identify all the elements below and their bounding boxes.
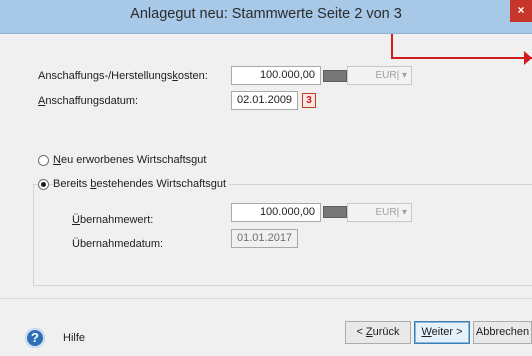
cost-label: Anschaffungs-/Herstellungskosten: [38,70,208,82]
radio-selected-dot [41,182,46,187]
calendar-icon[interactable]: 3 [302,93,316,108]
radio-existing-asset[interactable] [38,179,49,190]
help-label[interactable]: Hilfe [63,332,85,344]
annotation-line-horizontal [391,57,532,59]
currency-color-swatch [323,70,347,82]
back-button[interactable]: < Zurück [345,321,411,344]
radio-new-asset[interactable] [38,155,49,166]
radio-existing-asset-label[interactable]: Bereits bestehendes Wirtschaftsgut [53,178,230,190]
cancel-button[interactable]: Abbrechen [473,321,532,344]
annotation-arrow-icon [524,51,532,65]
annotation-line-vertical [391,34,393,59]
close-button[interactable]: × [510,0,532,22]
takeover-currency-select[interactable]: EUR| ▾ [347,203,412,222]
purchase-date-input[interactable]: 02.01.2009 [231,91,298,110]
takeover-value-label: Übernahmewert: [72,214,154,226]
date-label: Anschaffungsdatum: [38,95,139,107]
next-button[interactable]: Weiter > [414,321,470,344]
currency-color-swatch [323,206,347,218]
window-title: Anlagegut neu: Stammwerte Seite 2 von 3 [130,6,402,22]
takeover-date-label: Übernahmedatum: [72,238,164,250]
takeover-value-input[interactable]: 100.000,00 [231,203,321,222]
takeover-date-field: 01.01.2017 [231,229,298,248]
cost-input[interactable]: 100.000,00 [231,66,321,85]
help-icon[interactable]: ? [25,328,45,348]
chevron-down-icon: ▾ [401,70,407,81]
radio-new-asset-label[interactable]: Neu erworbenes Wirtschaftsgut [53,154,206,166]
chevron-down-icon: ▾ [401,207,407,218]
cost-currency-select[interactable]: EUR| ▾ [347,66,412,85]
